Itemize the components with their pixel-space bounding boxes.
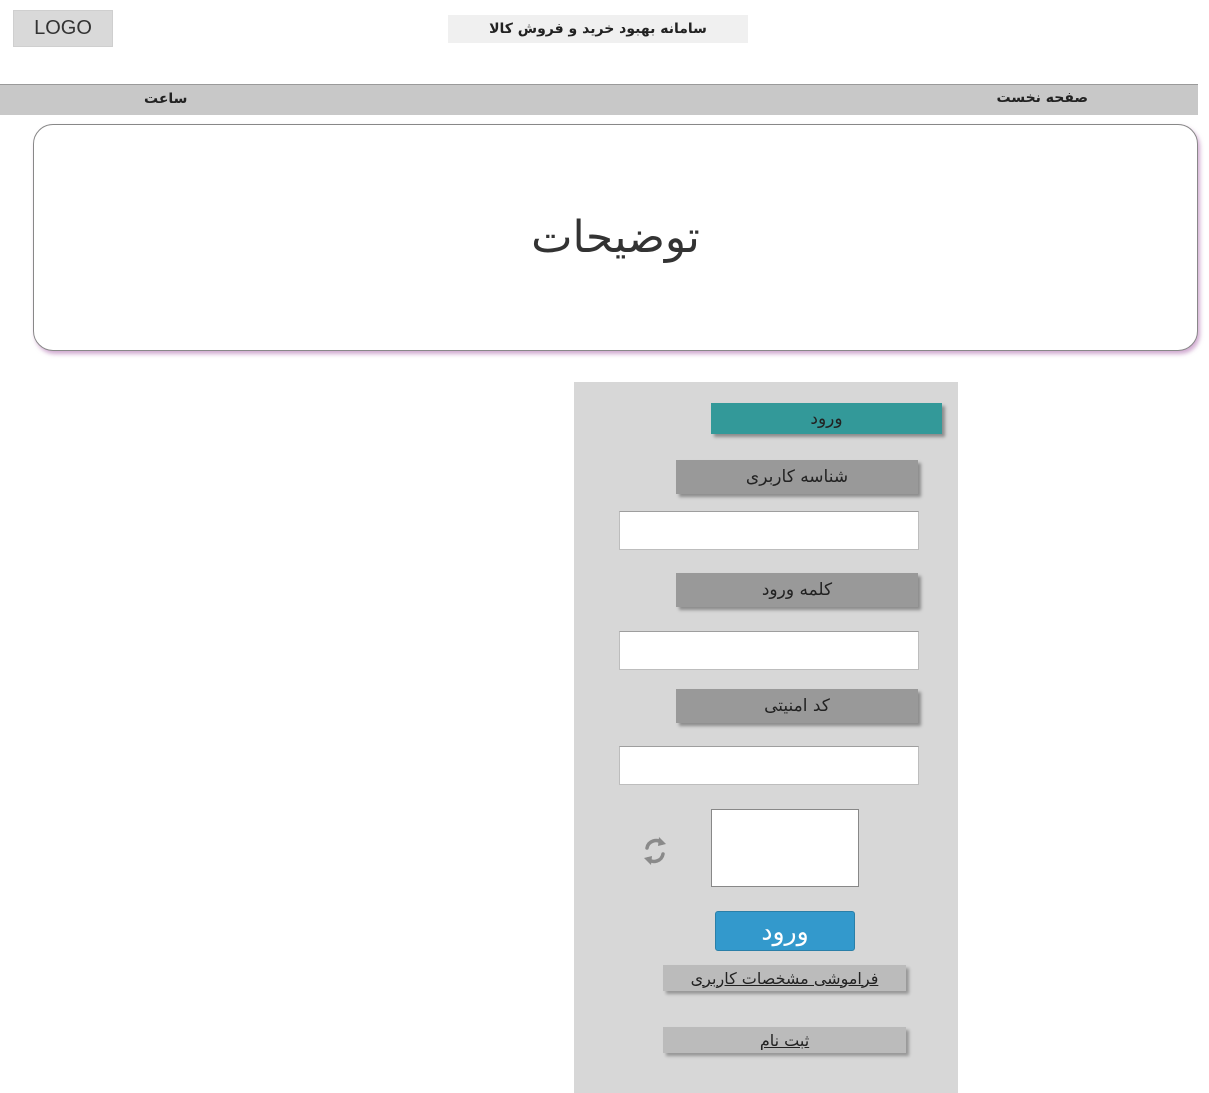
description-box: توضیحات (33, 124, 1198, 351)
nav-clock: ساعت (144, 91, 188, 107)
login-panel: ورود شناسه کاربری کلمه ورود کد امنیتی ور… (574, 382, 958, 1093)
nav-home-link[interactable]: صفحه نخست (997, 90, 1088, 106)
captcha-label: کد امنیتی (676, 689, 918, 723)
password-label: کلمه ورود (676, 573, 918, 607)
description-text: توضیحات (531, 212, 700, 263)
refresh-icon[interactable] (642, 834, 668, 868)
site-title: سامانه بهبود خرید و فروش کالا (448, 15, 748, 43)
username-input[interactable] (619, 511, 919, 550)
login-panel-header: ورود (711, 403, 942, 434)
navbar: صفحه نخست ساعت (0, 84, 1198, 115)
captcha-input[interactable] (619, 746, 919, 785)
forgot-credentials-link[interactable]: فراموشی مشخصات کاربری (663, 965, 906, 991)
logo: LOGO (13, 10, 113, 47)
login-submit-button[interactable]: ورود (715, 911, 855, 951)
username-label: شناسه کاربری (676, 460, 918, 494)
captcha-image (711, 809, 859, 887)
register-link[interactable]: ثبت نام (663, 1027, 906, 1053)
password-input[interactable] (619, 631, 919, 670)
